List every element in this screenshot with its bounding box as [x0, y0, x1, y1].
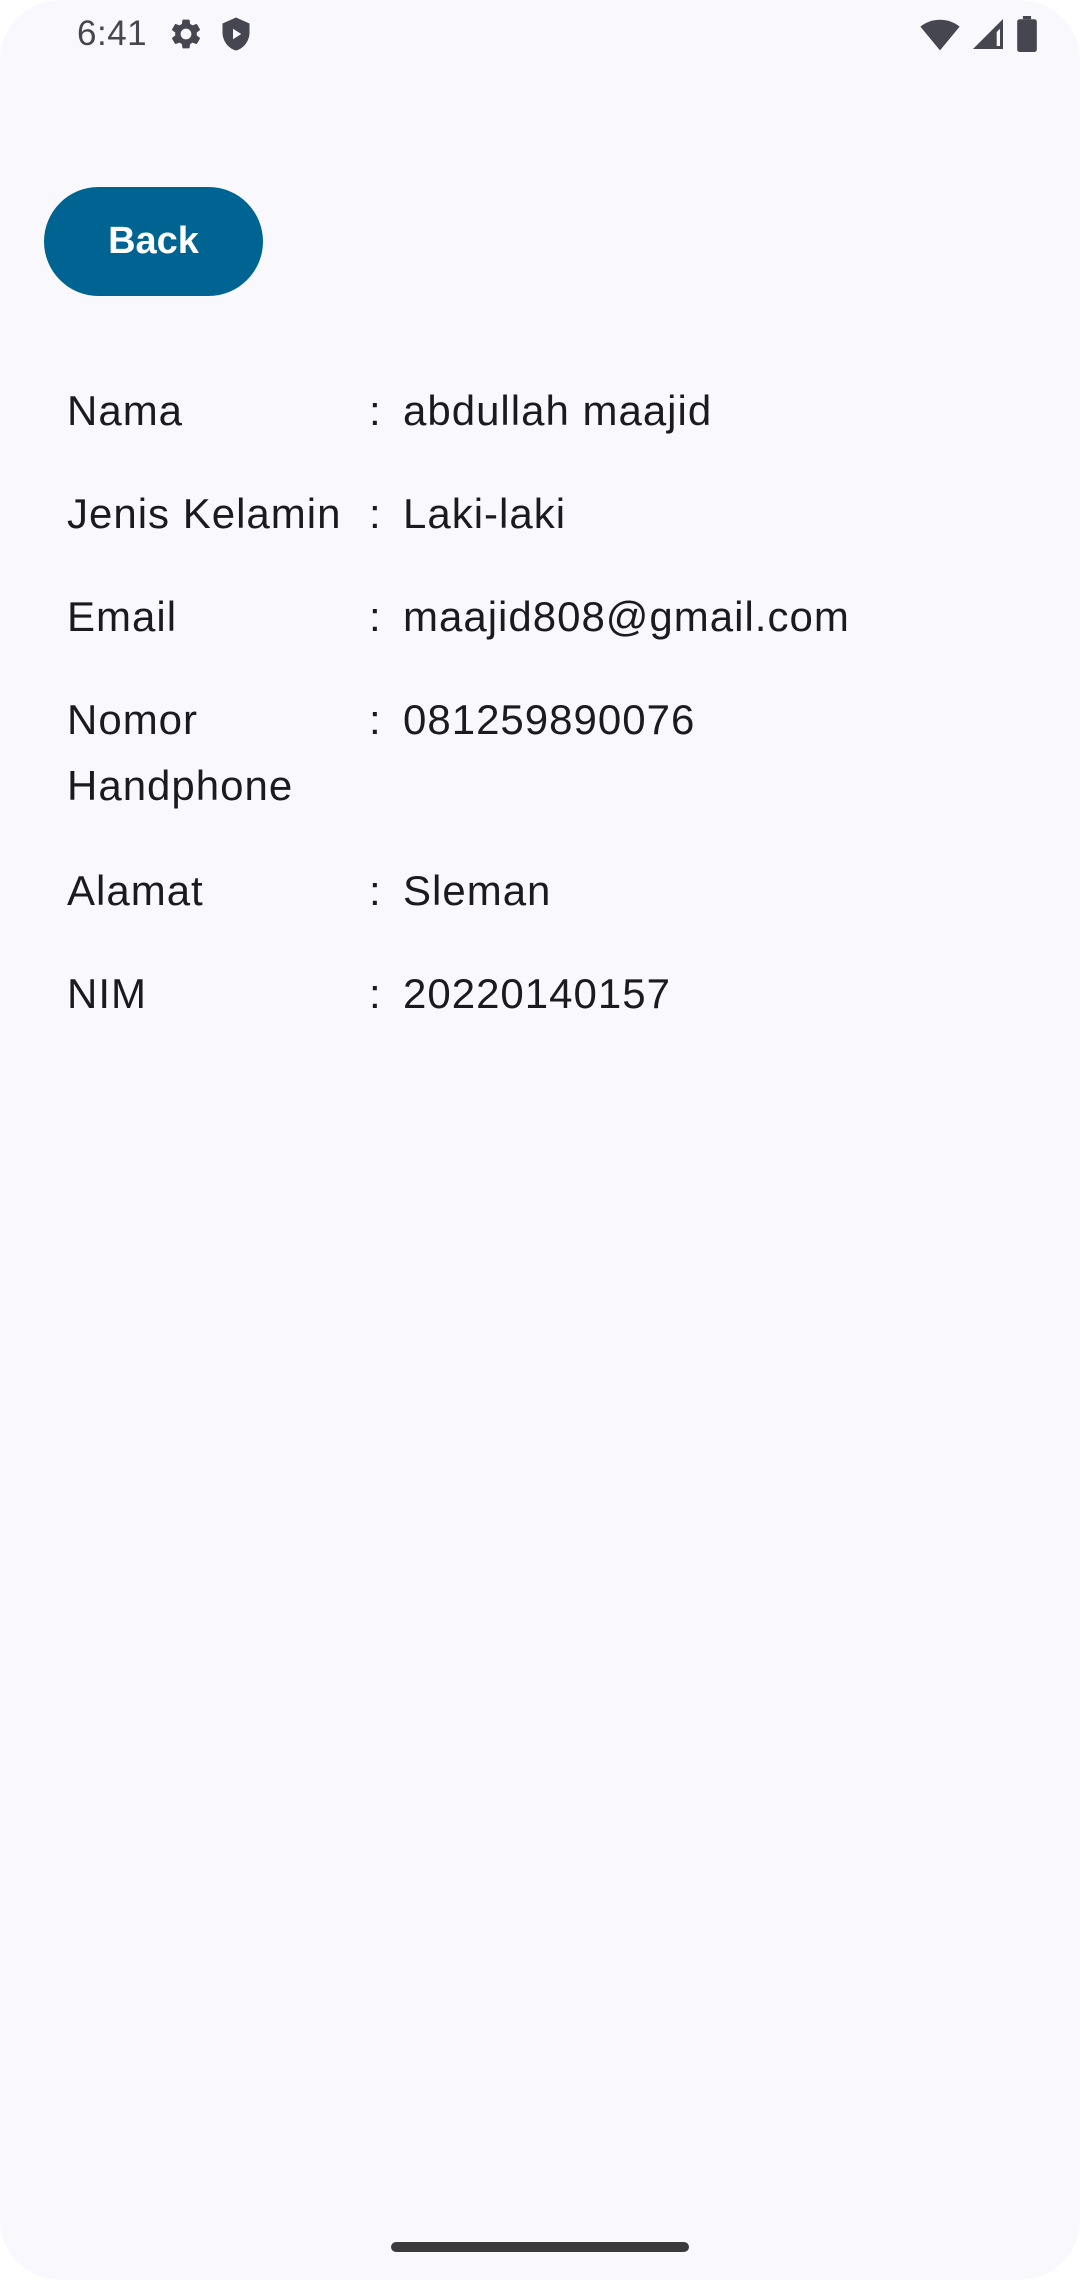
detail-value: Laki-laki	[403, 490, 567, 537]
detail-value: maajid808@gmail.com	[403, 593, 850, 640]
detail-separator: :	[369, 387, 382, 434]
wifi-icon	[920, 16, 960, 52]
signal-icon	[970, 16, 1006, 52]
detail-label: NIM	[67, 970, 147, 1017]
status-right-icons	[920, 16, 1038, 52]
detail-value: abdullah maajid	[403, 387, 713, 434]
detail-label: Nomor Handphone	[67, 696, 294, 809]
status-time: 6:41	[77, 14, 148, 53]
detail-separator: :	[369, 867, 382, 914]
detail-separator: :	[369, 696, 382, 743]
shield-icon	[218, 16, 254, 52]
detail-label: Jenis Kelamin	[67, 490, 342, 537]
detail-label: Nama	[67, 387, 184, 434]
detail-label: Alamat	[67, 867, 204, 914]
detail-separator: :	[369, 970, 382, 1017]
gesture-nav-handle[interactable]	[391, 2242, 689, 2252]
settings-icon	[168, 16, 204, 52]
detail-value: Sleman	[403, 867, 552, 914]
back-button[interactable]: Back	[44, 187, 263, 296]
detail-value: 20220140157	[403, 970, 671, 1017]
detail-separator: :	[369, 490, 382, 537]
status-bar: 6:41	[0, 0, 1080, 72]
detail-label: Email	[67, 593, 178, 640]
detail-value: 081259890076	[403, 696, 696, 743]
status-left-icons	[168, 16, 254, 52]
app-screen: 6:41 Back Nama: abdullah maajid Jenis K…	[0, 0, 1080, 2280]
battery-icon	[1016, 16, 1038, 52]
detail-separator: :	[369, 593, 382, 640]
